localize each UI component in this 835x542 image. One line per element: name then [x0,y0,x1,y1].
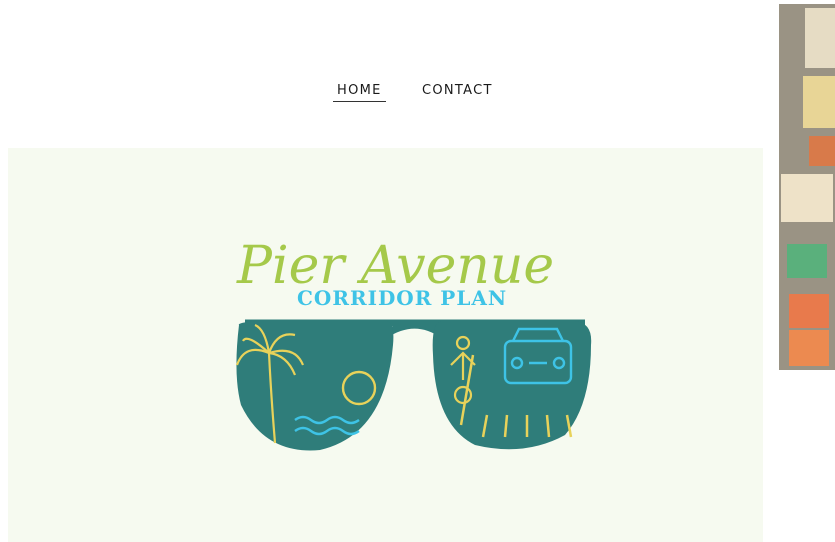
nav-active-underline [333,101,386,102]
sticky-note [805,8,835,68]
nav-contact-link[interactable]: CONTACT [422,83,493,98]
sticky-notes-photo [779,4,835,370]
main-nav: HOME CONTACT [0,78,835,108]
left-lens [236,321,394,451]
sticky-note [803,76,835,128]
logo-subtitle: CORRIDOR PLAN [297,286,507,310]
sticky-note [809,136,835,166]
nav-home-link[interactable]: HOME [337,83,382,98]
sticky-note [789,294,829,328]
sticky-note [787,244,827,278]
sticky-note [789,330,829,366]
sticky-note [781,174,833,222]
pier-avenue-logo: Pier Avenue CORRIDOR PLAN [235,236,592,451]
